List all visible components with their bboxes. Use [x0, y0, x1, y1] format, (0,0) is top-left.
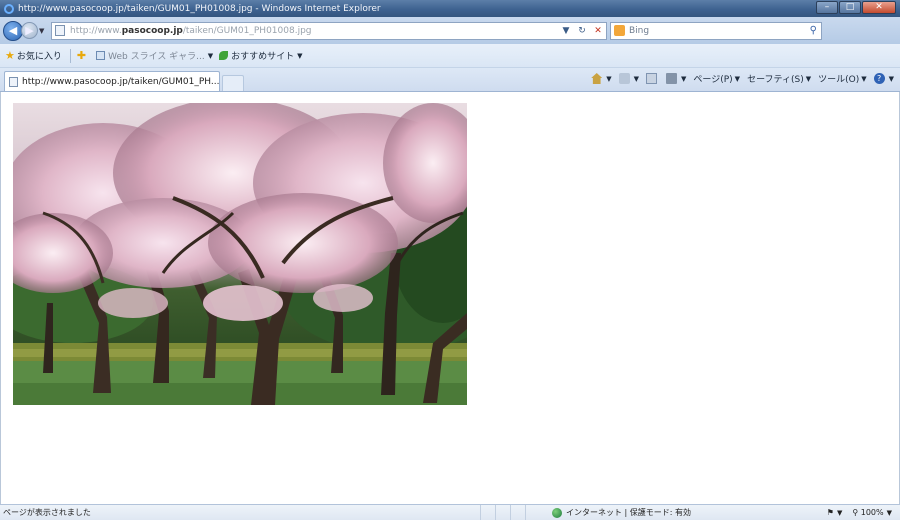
- address-url: http://www.pasocoop.jp/taiken/GUM01_PH01…: [70, 26, 312, 36]
- printer-icon: [666, 73, 677, 84]
- chevron-down-icon[interactable]: ▼: [837, 509, 842, 517]
- chevron-down-icon[interactable]: ▼: [887, 509, 892, 517]
- command-bar: ▼ ▼ ▼ ページ(P) ▼ セーフティ(S) ▼ ツール(O) ▼ ? ▼: [584, 72, 894, 85]
- address-input[interactable]: http://www.pasocoop.jp/taiken/GUM01_PH01…: [51, 21, 607, 40]
- divider: [69, 48, 71, 63]
- forward-arrow-icon: ▶: [25, 24, 34, 37]
- page-icon: [55, 25, 65, 36]
- zoom-text: 100%: [860, 508, 884, 517]
- address-tools: ▼ ↻ ✕: [558, 23, 606, 39]
- stop-icon: ✕: [594, 25, 602, 36]
- cherry-blossom-photo[interactable]: [13, 103, 467, 405]
- chevron-down-icon: ▼: [39, 26, 45, 35]
- window-title: http://www.pasocoop.jp/taiken/GUM01_PH01…: [18, 3, 381, 14]
- back-arrow-icon: ◀: [8, 23, 18, 37]
- security-zone[interactable]: インターネット | 保護モード: 有効: [552, 507, 767, 518]
- ie-logo-icon: [4, 3, 14, 14]
- minimize-button[interactable]: –: [816, 1, 838, 14]
- suggested-sites-label: おすすめサイト: [231, 52, 295, 62]
- safety-menu[interactable]: セーフティ(S) ▼: [747, 72, 812, 86]
- window-controls: – □ ✕: [815, 1, 896, 14]
- page-icon: [9, 76, 18, 87]
- new-tab-button[interactable]: [222, 75, 244, 91]
- address-dropdown-button[interactable]: ▼: [558, 23, 574, 39]
- stop-button[interactable]: ✕: [590, 23, 606, 39]
- url-path: /taiken/GUM01_PH01008.jpg: [182, 25, 312, 36]
- safety-menu-label: セーフティ(S): [747, 75, 804, 85]
- zoom-level[interactable]: ⚲ 100%: [852, 508, 883, 517]
- tools-menu-label: ツール(O): [818, 75, 860, 85]
- web-slice-gallery-link[interactable]: Web スライス ギャラ... ▼: [96, 49, 213, 62]
- chevron-down-icon: ▼: [734, 74, 741, 83]
- address-toolbar: ◀ ▶ ▼ http://www.pasocoop.jp/taiken/GUM0…: [0, 17, 900, 44]
- search-placeholder: Bing: [629, 25, 650, 36]
- chevron-down-icon: ▼: [888, 74, 894, 83]
- web-slice-icon: [96, 51, 106, 60]
- status-tools: ⚑ ▼ ⚲ 100% ▼: [827, 508, 900, 517]
- photo-graphic: [13, 103, 467, 405]
- tab-title: http://www.pasocoop.jp/taiken/GUM01_PH..…: [22, 76, 219, 87]
- favorites-label: お気に入り: [16, 52, 62, 62]
- suggested-sites-link[interactable]: おすすめサイト ▼: [219, 49, 303, 62]
- add-favorite-icon: ✚: [76, 49, 87, 62]
- back-button[interactable]: ◀: [3, 20, 23, 41]
- search-input[interactable]: Bing ⚲: [610, 21, 822, 40]
- page-content: [0, 92, 900, 504]
- chevron-down-icon: ▼: [681, 74, 687, 83]
- tab-current[interactable]: http://www.pasocoop.jp/taiken/GUM01_PH..…: [4, 71, 220, 91]
- feeds-button[interactable]: ▼: [618, 73, 639, 84]
- favorites-bar: ★ お気に入り ✚ Web スライス ギャラ... ▼ おすすめサイト ▼: [0, 44, 900, 68]
- star-icon: ★: [5, 49, 15, 62]
- read-mail-button[interactable]: [646, 73, 659, 84]
- home-button[interactable]: ▼: [591, 73, 612, 84]
- status-cell: [495, 504, 510, 520]
- chevron-down-icon: ▼: [207, 51, 214, 60]
- chevron-down-icon: ▼: [633, 74, 639, 83]
- status-bar: ページが表示されました インターネット | 保護モード: 有効 ⚑ ▼ ⚲ 10…: [0, 504, 900, 520]
- tab-bar: http://www.pasocoop.jp/taiken/GUM01_PH..…: [0, 68, 900, 92]
- chevron-down-icon: ▼: [297, 51, 303, 60]
- print-button[interactable]: ▼: [666, 73, 686, 84]
- forward-button[interactable]: ▶: [21, 22, 38, 39]
- status-text: ページが表示されました: [3, 508, 91, 517]
- chevron-down-icon: ▼: [606, 74, 612, 83]
- refresh-icon: ↻: [578, 25, 586, 36]
- search-icon[interactable]: ⚲: [810, 25, 817, 36]
- favorites-button[interactable]: ★ お気に入り: [5, 49, 62, 62]
- popup-blocker-icon[interactable]: ⚑: [827, 508, 834, 517]
- suggested-sites-icon: [219, 51, 229, 60]
- url-domain: pasocoop.jp: [121, 25, 183, 36]
- chevron-down-icon: ▼: [805, 74, 812, 83]
- chevron-down-icon: ▼: [861, 74, 867, 83]
- page-menu[interactable]: ページ(P) ▼: [693, 72, 741, 86]
- window-titlebar: http://www.pasocoop.jp/taiken/GUM01_PH01…: [0, 0, 900, 17]
- status-cell: [510, 504, 525, 520]
- url-prefix: http://www.: [70, 25, 122, 36]
- feed-icon: [618, 73, 630, 84]
- magnifier-icon: ⚲: [852, 508, 859, 517]
- chevron-down-icon: ▼: [562, 25, 570, 36]
- mail-icon: [646, 73, 657, 84]
- help-icon: ?: [873, 73, 885, 84]
- home-icon: [591, 73, 603, 84]
- globe-icon: [552, 507, 562, 518]
- web-slice-label: Web スライス ギャラ...: [108, 52, 205, 62]
- add-to-favorites-bar-button[interactable]: ✚: [77, 49, 90, 62]
- status-cell: [525, 504, 540, 520]
- maximize-button[interactable]: □: [839, 1, 861, 14]
- tools-menu[interactable]: ツール(O) ▼: [818, 72, 867, 86]
- recent-pages-dropdown[interactable]: ▼: [39, 27, 49, 35]
- help-button[interactable]: ? ▼: [873, 73, 894, 84]
- refresh-button[interactable]: ↻: [574, 23, 590, 39]
- security-zone-text: インターネット | 保護モード: 有効: [566, 508, 692, 517]
- close-button[interactable]: ✕: [862, 1, 896, 14]
- status-cell: [480, 504, 495, 520]
- bing-icon: [614, 25, 625, 36]
- page-menu-label: ページ(P): [693, 75, 733, 85]
